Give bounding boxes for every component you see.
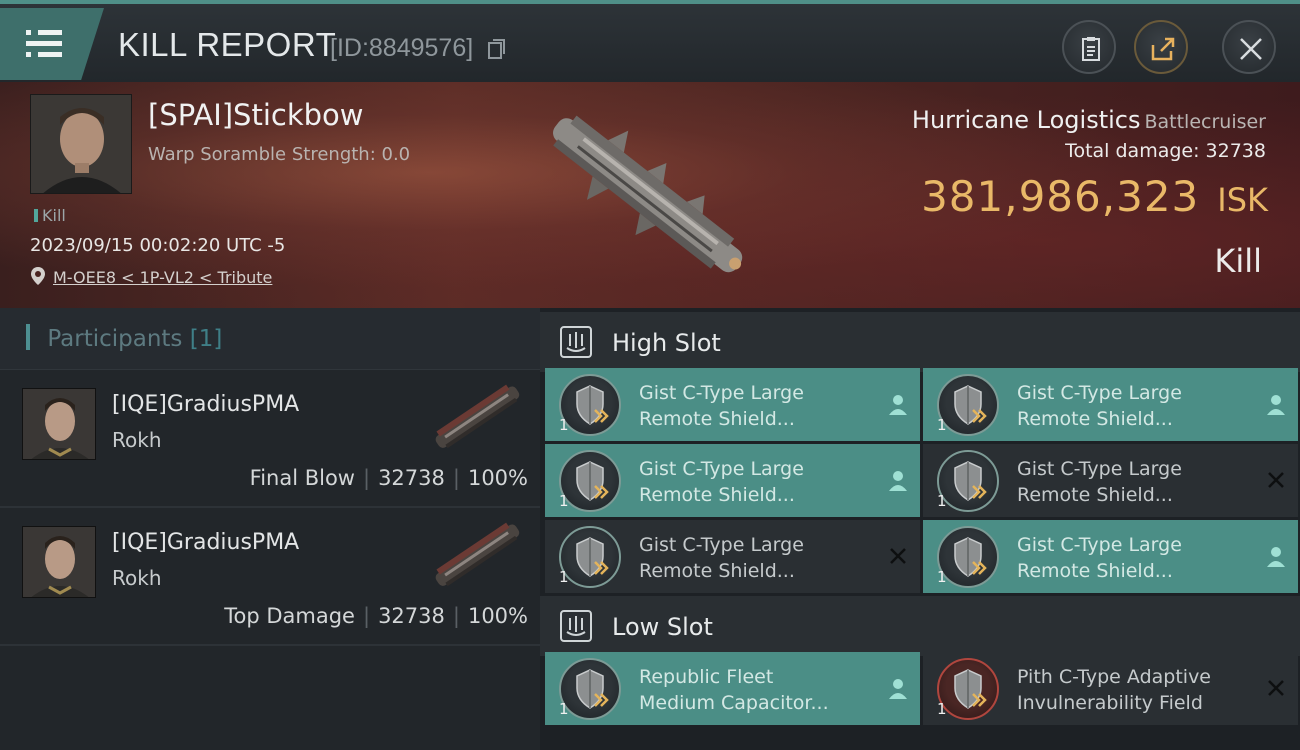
victim-portrait[interactable] — [30, 94, 132, 194]
high-slot-header: High Slot — [540, 312, 1300, 372]
module-name: Gist C-Type Large Remote Shield... — [639, 534, 804, 582]
participant-row[interactable]: [IQE]GradiusPMA Rokh Final Blow | 32738 | 10… — [0, 370, 540, 508]
location-pin-icon — [31, 267, 45, 285]
module-name: Pith C-Type Adaptive Invulnerability Fiel… — [1017, 666, 1211, 714]
module-quantity: 1 — [937, 700, 947, 718]
module-tile[interactable]: 1 Republic Fleet Medium Capacitor... — [545, 652, 920, 725]
participant-stats: Final Blow | 32738 | 100% — [249, 466, 528, 490]
kill-result: Kill — [1214, 242, 1262, 280]
victim-ship-image[interactable] — [522, 96, 772, 296]
kill-banner: [SPAI]Stickbow Warp Soramble Strength: 0… — [0, 82, 1300, 308]
participant-ship-image — [435, 522, 520, 587]
share-icon — [1151, 37, 1175, 61]
participants-header: Participants [1] — [0, 308, 540, 370]
module-tile[interactable]: 1 Pith C-Type Adaptive Invulnerability Fie… — [923, 652, 1298, 725]
close-icon — [1268, 680, 1284, 696]
module-name: Republic Fleet Medium Capacitor... — [639, 666, 829, 714]
module-name: Gist C-Type Large Remote Shield... — [1017, 382, 1182, 430]
participant-row[interactable]: [IQE]GradiusPMA Rokh Top Damage | 32738 | 10… — [0, 508, 540, 646]
module-tile[interactable]: 1 Gist C-Type Large Remote Shield... — [923, 368, 1298, 441]
kill-report-window: KILL REPORT [ID:8849576] [SPAI]Stickbow … — [0, 0, 1300, 750]
participant-ship: Rokh — [112, 428, 162, 452]
participant-portrait — [22, 388, 96, 460]
participant-portrait — [22, 526, 96, 598]
module-quantity: 1 — [937, 492, 947, 510]
fittings-panel: High Slot 1 Gist C-Type Large Remote Shiel… — [540, 308, 1300, 750]
module-tile[interactable]: 1 Gist C-Type Large Remote Shield... — [545, 520, 920, 593]
victim-name[interactable]: [SPAI]Stickbow — [148, 98, 364, 132]
location-link[interactable]: M-OEE8 < 1P-VL2 < Tribute — [53, 268, 272, 287]
menu-button[interactable] — [0, 8, 104, 80]
close-icon — [1240, 38, 1262, 60]
module-name: Gist C-Type Large Remote Shield... — [639, 458, 804, 506]
module-quantity: 1 — [559, 492, 569, 510]
report-id: [ID:8849576] — [330, 34, 474, 62]
module-name: Gist C-Type Large Remote Shield... — [639, 382, 804, 430]
title-bar: KILL REPORT [ID:8849576] — [0, 0, 1300, 82]
module-tile[interactable]: 1 Gist C-Type Large Remote Shield... — [545, 368, 920, 441]
page-title: KILL REPORT — [118, 26, 337, 63]
isk-unit: ISK — [1217, 181, 1268, 219]
person-icon — [889, 679, 907, 699]
high-slot-title: High Slot — [612, 329, 721, 357]
person-icon — [1267, 395, 1285, 415]
kill-tag: Kill — [34, 206, 66, 225]
person-icon — [1267, 547, 1285, 567]
participants-count: [1] — [189, 326, 223, 352]
module-quantity: 1 — [559, 568, 569, 586]
participant-percent: 100% — [467, 604, 528, 628]
isk-value-line: 381,986,323 ISK — [921, 172, 1268, 221]
module-name: Gist C-Type Large Remote Shield... — [1017, 534, 1182, 582]
module-tile[interactable]: 1 Gist C-Type Large Remote Shield... — [923, 444, 1298, 517]
participant-ship: Rokh — [112, 566, 162, 590]
participant-damage: 32738 — [378, 604, 445, 628]
high-slot-icon — [560, 326, 592, 358]
close-icon — [1268, 472, 1284, 488]
clipboard-button[interactable] — [1062, 20, 1116, 74]
module-tile[interactable]: 1 Gist C-Type Large Remote Shield... — [545, 444, 920, 517]
module-quantity: 1 — [559, 416, 569, 434]
low-slot-title: Low Slot — [612, 613, 713, 641]
kill-datetime: 2023/09/15 00:02:20 UTC -5 — [30, 235, 286, 256]
victim-ship-name[interactable]: Hurricane Logistics Battlecruiser — [912, 106, 1266, 134]
close-button[interactable] — [1222, 20, 1276, 74]
person-icon — [889, 471, 907, 491]
clipboard-icon — [1082, 37, 1100, 61]
copy-icon[interactable] — [487, 38, 507, 60]
module-quantity: 1 — [937, 568, 947, 586]
warp-scramble-strength: Warp Soramble Strength: 0.0 — [148, 144, 411, 165]
total-damage-value: 32738 — [1205, 140, 1266, 162]
ship-class: Battlecruiser — [1144, 111, 1266, 133]
participant-role: Top Damage — [224, 604, 355, 628]
module-quantity: 1 — [937, 416, 947, 434]
participant-stats: Top Damage | 32738 | 100% — [224, 604, 528, 628]
participant-name[interactable]: [IQE]GradiusPMA — [112, 530, 299, 555]
isk-value: 381,986,323 — [921, 172, 1200, 221]
share-button[interactable] — [1134, 20, 1188, 74]
participant-ship-image — [435, 384, 520, 449]
low-slot-icon — [560, 610, 592, 642]
module-tile[interactable]: 1 Gist C-Type Large Remote Shield... — [923, 520, 1298, 593]
close-icon — [890, 548, 906, 564]
module-quantity: 1 — [559, 700, 569, 718]
total-damage: Total damage: 32738 — [1065, 140, 1266, 162]
low-slot-header: Low Slot — [540, 596, 1300, 656]
participant-name[interactable]: [IQE]GradiusPMA — [112, 392, 299, 417]
participant-percent: 100% — [467, 466, 528, 490]
participant-damage: 32738 — [378, 466, 445, 490]
module-name: Gist C-Type Large Remote Shield... — [1017, 458, 1182, 506]
participant-role: Final Blow — [249, 466, 355, 490]
participants-panel: Participants [1] [IQE]GradiusPMA Rokh Fi… — [0, 308, 540, 750]
person-icon — [889, 395, 907, 415]
